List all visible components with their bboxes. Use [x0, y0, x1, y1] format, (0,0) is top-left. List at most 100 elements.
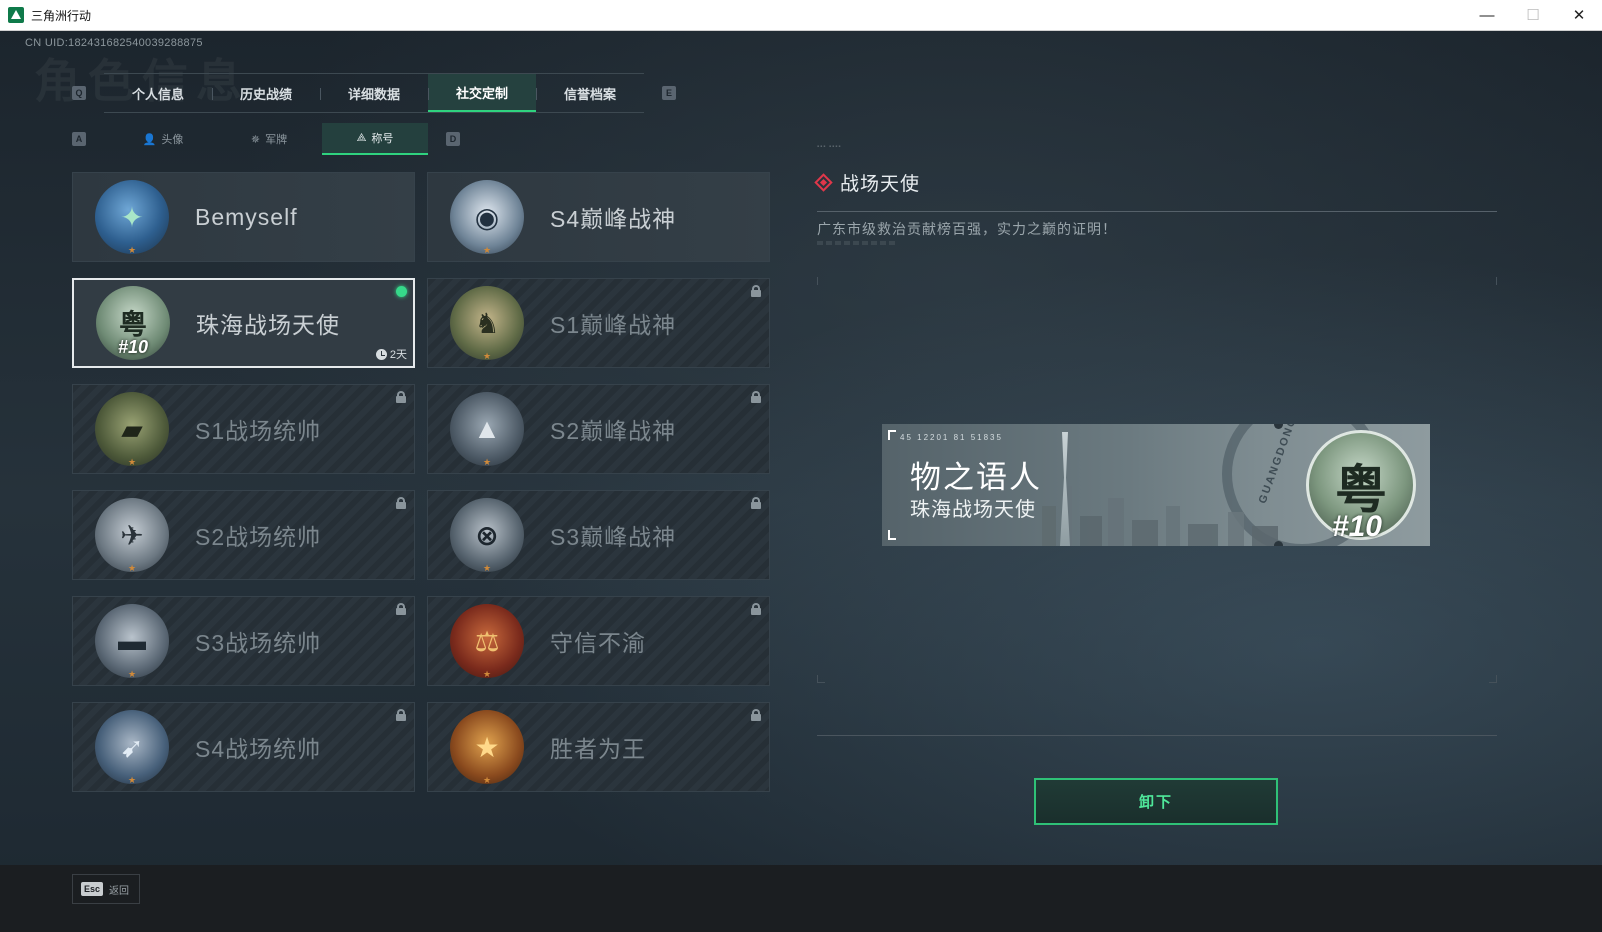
title-card[interactable]: ⊗ ★ S3巅峰战神: [427, 490, 770, 580]
tab-0[interactable]: 个人信息: [104, 74, 212, 112]
tab-2[interactable]: 详细数据: [320, 74, 428, 112]
main-tabs: 个人信息 历史战绩 详细数据 社交定制 信誉档案: [104, 73, 644, 113]
title-card[interactable]: ▰ ★ S1战场统帅: [72, 384, 415, 474]
divider: [817, 735, 1497, 736]
sub-tabs: 👤 头像 ✵ 军牌 ⟁ 称号: [110, 123, 428, 155]
tab-1[interactable]: 历史战绩: [212, 74, 320, 112]
star-icon: ★: [482, 245, 492, 255]
person-icon: 👤: [142, 133, 157, 146]
back-label: 返回: [109, 885, 130, 897]
title-emblem-icon: ▲ ★: [450, 392, 524, 467]
lock-icon: [396, 603, 406, 615]
back-button[interactable]: Esc 返回: [72, 874, 140, 904]
title-card[interactable]: ◉ ★ S4巅峰战神: [427, 172, 770, 262]
title-emblem-icon: ➹ ★: [95, 710, 169, 785]
title-emblem-icon: 粤 #10: [96, 286, 170, 360]
game-screen: 角色信息 CN UID:182431682540039288875 Q 个人信息…: [0, 31, 1602, 884]
tab-4[interactable]: 信誉档案: [536, 74, 644, 112]
subtab-label: 军牌: [265, 134, 288, 146]
star-icon: ★: [482, 775, 492, 785]
banner-player-name: 物之语人: [910, 460, 1042, 495]
bottom-bar: Esc 返回: [0, 865, 1602, 932]
emblem-glyph: ▲: [473, 413, 501, 444]
emblem-glyph: ✈: [120, 519, 144, 551]
title-emblem-icon: ♞ ★: [450, 286, 524, 361]
lock-icon: [396, 497, 406, 509]
equipped-indicator: [396, 286, 407, 297]
lock-icon: [396, 391, 406, 403]
title-emblem-icon: ▰ ★: [95, 392, 169, 467]
minimize-button[interactable]: —: [1464, 0, 1510, 31]
title-name: S4战场统帅: [195, 736, 322, 762]
sub-tab-bar: A 👤 头像 ✵ 军牌 ⟁ 称号 D: [72, 123, 460, 155]
banner-rank-number: #10: [1331, 510, 1382, 543]
tab-3[interactable]: 社交定制: [428, 74, 536, 112]
star-icon: ★: [127, 669, 137, 679]
banner-title-name: 珠海战场天使: [910, 499, 1036, 521]
diamond-icon: [814, 173, 833, 192]
emblem-glyph: ⚖: [474, 625, 500, 657]
banner-pin: [1274, 541, 1283, 546]
title-card[interactable]: ✦ ★ Bemyself: [72, 172, 415, 262]
unequip-button[interactable]: 卸下: [1034, 778, 1278, 825]
subtab-0[interactable]: 👤 头像: [110, 123, 216, 155]
star-icon: ★: [482, 669, 492, 679]
emblem-glyph: ★: [474, 731, 500, 763]
lock-icon: [751, 497, 761, 509]
emblem-glyph: ▰: [121, 413, 143, 445]
subtab-1[interactable]: ✵ 军牌: [216, 123, 322, 155]
window-titlebar: 三角洲行动 — ☐ ✕: [0, 0, 1602, 31]
app-logo-icon: [8, 7, 24, 23]
lock-icon: [751, 391, 761, 403]
subtab-label: 头像: [161, 134, 184, 146]
lock-icon: [751, 603, 761, 615]
title-emblem-icon: ⚖ ★: [450, 604, 524, 679]
lock-icon: [396, 709, 406, 721]
title-name: S1战场统帅: [195, 418, 322, 444]
title-name: S3战场统帅: [195, 630, 322, 656]
title-name: S3巅峰战神: [550, 524, 677, 550]
title-name: Bemyself: [195, 203, 298, 230]
title-card[interactable]: ✈ ★ S2战场统帅: [72, 490, 415, 580]
title-card[interactable]: ♞ ★ S1巅峰战神: [427, 278, 770, 368]
star-icon: ★: [127, 563, 137, 573]
detail-decor-ticks: ▪▪▪ ▪▪▪▪: [817, 144, 842, 150]
maximize-button[interactable]: ☐: [1510, 0, 1556, 31]
title-card[interactable]: ➹ ★ S4战场统帅: [72, 702, 415, 792]
title-card[interactable]: 粤 #10 珠海战场天使 2天: [72, 278, 415, 368]
next-tab-key-hint[interactable]: E: [662, 86, 676, 100]
star-icon: ★: [482, 563, 492, 573]
subtab-2[interactable]: ⟁ 称号: [322, 123, 428, 155]
emblem-glyph: ➹: [120, 731, 144, 763]
prev-subtab-key-hint[interactable]: A: [72, 132, 86, 146]
title-card[interactable]: ▬ ★ S3战场统帅: [72, 596, 415, 686]
title-name: 珠海战场天使: [196, 312, 340, 338]
detail-title: 战场天使: [840, 174, 921, 195]
title-emblem-icon: ✦ ★: [95, 180, 169, 255]
star-icon: ★: [482, 351, 492, 361]
rank-badge: #10: [117, 337, 149, 357]
main-tab-bar: Q 个人信息 历史战绩 详细数据 社交定制 信誉档案 E: [72, 73, 676, 113]
lock-icon: [751, 285, 761, 297]
clock-icon: [375, 348, 387, 360]
window-controls: — ☐ ✕: [1464, 0, 1602, 31]
title-emblem-icon: ⊗ ★: [450, 498, 524, 573]
title-preview-banner: GUANGDONG 45 12201 81 51835 物之语人 珠海战场天使 …: [882, 424, 1430, 546]
window-title: 三角洲行动: [31, 8, 92, 23]
emblem-glyph: ✦: [120, 201, 144, 233]
emblem-glyph: ▬: [118, 625, 146, 656]
title-emblem-icon: ✈ ★: [95, 498, 169, 573]
close-button[interactable]: ✕: [1556, 0, 1602, 31]
prev-tab-key-hint[interactable]: Q: [72, 86, 86, 100]
next-subtab-key-hint[interactable]: D: [446, 132, 460, 146]
duration-badge: 2天: [375, 346, 407, 362]
emblem-glyph: ⊗: [475, 519, 499, 551]
title-name: 守信不渝: [550, 630, 646, 656]
title-card[interactable]: ⚖ ★ 守信不渝: [427, 596, 770, 686]
triangle-icon: ⟁: [356, 131, 367, 144]
title-card[interactable]: ★ ★ 胜者为王: [427, 702, 770, 792]
title-card[interactable]: ▲ ★ S2巅峰战神: [427, 384, 770, 474]
detail-description: 广东市级救治贡献榜百强，实力之巅的证明！: [817, 221, 1117, 237]
star-icon: ★: [127, 457, 137, 467]
player-uid: CN UID:182431682540039288875: [25, 37, 203, 49]
